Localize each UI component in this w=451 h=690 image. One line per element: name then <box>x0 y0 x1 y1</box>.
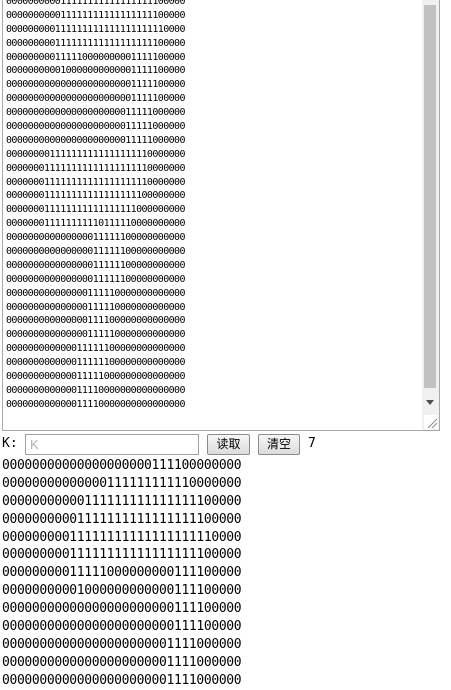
output-line: 00000000011111111111111111100000 <box>2 547 242 563</box>
output-line: 00000000000111111111111111100000 <box>2 493 242 509</box>
textarea-line: 000000000000000000000011111000000 <box>6 121 185 133</box>
clear-button[interactable]: 清空 <box>258 434 300 455</box>
textarea-line: 000000000000011110000000000000000 <box>6 398 185 410</box>
output-line: 00000000011111000000000111100000 <box>2 565 242 581</box>
textarea-line: 000000011111111111111111110000000 <box>6 162 185 174</box>
output-line: 00000000001111111111111111100000 <box>2 511 242 527</box>
textarea-line: 000000011111111110111110000000000 <box>6 218 185 230</box>
textarea-line: 000000000000000000000011111000000 <box>6 134 185 146</box>
textarea-line: 000000000111111111111111111110000 <box>6 23 185 35</box>
result-count: 7 <box>308 436 316 451</box>
output-line: 00000000000000000000001111000000 <box>2 672 242 688</box>
textarea-line: 000000000010000000000001111100000 <box>6 65 185 77</box>
k-label: K: <box>2 436 18 451</box>
textarea-line: 000000000011111111111111111100000 <box>6 9 185 21</box>
textarea-line: 000000011111111111111111100000000 <box>6 190 185 202</box>
textarea-line: 000000000000000000000001111100000 <box>6 93 185 105</box>
textarea-line: 000000000011111111111111111100000 <box>6 0 185 7</box>
textarea-line: 000000000000000011111100000000000 <box>6 273 185 285</box>
textarea-line: 000000000000011111000000000000000 <box>6 371 185 383</box>
resize-grip-icon[interactable] <box>424 415 438 429</box>
textarea-line: 000000000000011111100000000000000 <box>6 343 185 355</box>
textarea-line: 000000000000000011111100000000000 <box>6 259 185 271</box>
output-line: 00000000000000000000001111000000 <box>2 654 242 670</box>
k-input[interactable] <box>25 434 199 455</box>
output-line: 00000000001000000000000111100000 <box>2 583 242 599</box>
arrow-down-icon[interactable] <box>426 400 434 405</box>
output-line: 00000000000000000000001111000000 <box>2 636 242 652</box>
textarea-line: 000000000000000011111100000000000 <box>6 232 185 244</box>
control-row: K: 读取 清空 7 <box>0 432 451 457</box>
textarea-line: 000000000000000111110000000000000 <box>6 329 185 341</box>
output-line: 00000000000000111111111110000000 <box>2 475 242 491</box>
textarea-content[interactable]: 000000000011111111111111111100000 0000000… <box>6 0 420 430</box>
textarea-line: 000000000111110000000001111100000 <box>6 51 185 63</box>
textarea-line: 000000000000011111100000000000000 <box>6 357 185 369</box>
textarea-line: 000000000000000111110000000000000 <box>6 287 185 299</box>
output-line: 00000000011111111111111111110000 <box>2 529 242 545</box>
output-matrix: 00000000000000000000111100000000 00000000… <box>2 457 451 690</box>
output-line: 00000000000000000000000111100000 <box>2 619 242 635</box>
textarea-scrollbar[interactable] <box>422 0 439 430</box>
read-button[interactable]: 读取 <box>207 434 250 455</box>
output-line: 00000000000000000000111100000000 <box>2 458 242 473</box>
textarea-line: 000000000000000011111100000000000 <box>6 246 185 258</box>
textarea-line: 000000000000000000000001111100000 <box>6 79 185 91</box>
textarea-line: 000000000000000111110000000000000 <box>6 301 185 313</box>
textarea-line: 000000011111111111111111000000000 <box>6 204 185 216</box>
textarea-line: 000000000111111111111111111100000 <box>6 37 185 49</box>
textarea-line: 000000000000000111100000000000000 <box>6 315 185 327</box>
textarea-line: 000000000000011110000000000000000 <box>6 384 185 396</box>
textarea-line: 000000011111111111111111110000000 <box>6 176 185 188</box>
textarea-line: 000000001111111111111111110000000 <box>6 148 185 160</box>
matrix-textarea[interactable]: 000000000011111111111111111100000 0000000… <box>2 0 440 431</box>
scrollbar-thumb[interactable] <box>424 5 436 388</box>
textarea-line: 000000000000000000000011111000000 <box>6 107 185 119</box>
output-line: 00000000000000000000000111100000 <box>2 601 242 617</box>
